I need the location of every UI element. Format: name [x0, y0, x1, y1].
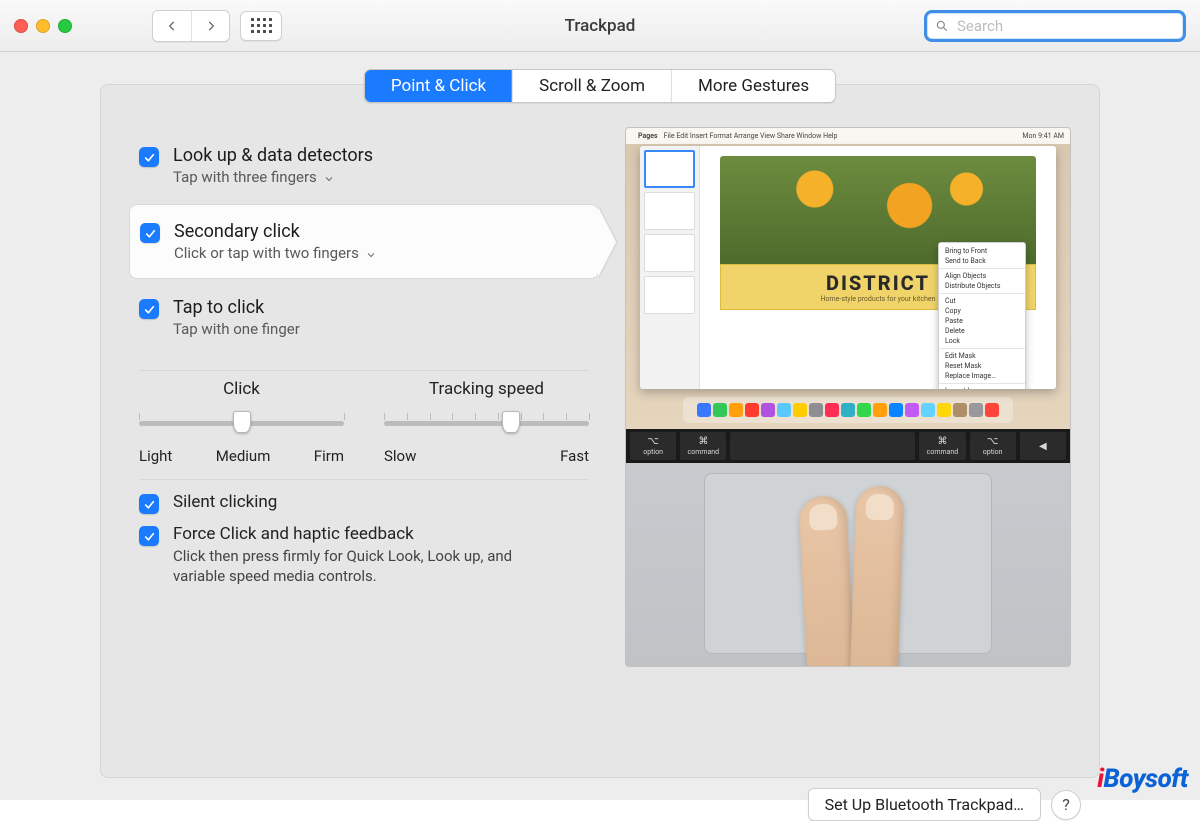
tab-more-gestures[interactable]: More Gestures — [671, 70, 835, 102]
content: Point & Click Scroll & Zoom More Gesture… — [0, 52, 1200, 800]
option-tap-to-click[interactable]: Tap to click Tap with one finger — [129, 279, 599, 356]
preview-banner-subtitle: Home-style products for your kitchen — [821, 295, 936, 303]
option-subtitle: Click or tap with two fingers — [174, 244, 359, 262]
tracking-slider-left-label: Slow — [384, 447, 416, 465]
tracking-slider-thumb[interactable] — [502, 411, 520, 433]
checkbox-force-click[interactable] — [139, 526, 159, 546]
tracking-slider-label: Tracking speed — [384, 379, 589, 399]
preview-page: DISTRICT Home-style products for your ki… — [700, 146, 1056, 389]
show-all-button[interactable] — [240, 11, 282, 41]
titlebar: Trackpad — [0, 0, 1200, 52]
tracking-slider[interactable] — [384, 407, 589, 441]
gesture-options: Look up & data detectors Tap with three … — [129, 127, 599, 356]
option-title: Look up & data detectors — [173, 145, 373, 166]
option-title: Force Click and haptic feedback — [173, 524, 513, 544]
tab-scroll-and-zoom[interactable]: Scroll & Zoom — [512, 70, 671, 102]
option-subtitle: Tap with one finger — [173, 320, 300, 338]
chevron-down-icon[interactable] — [323, 171, 335, 183]
chevron-right-icon — [204, 19, 218, 33]
traffic-lights — [14, 19, 72, 33]
tab-segmented-control: Point & Click Scroll & Zoom More Gesture… — [364, 69, 836, 103]
preview-trackpad-area — [626, 463, 1070, 666]
check-icon — [143, 303, 156, 316]
preview-clock: Mon 9:41 AM — [1022, 132, 1064, 140]
preview-screen: Pages File Edit Insert Format Arrange Vi… — [626, 128, 1070, 429]
back-button[interactable] — [153, 11, 191, 41]
preferences-window: Trackpad Point & Click Scroll & Zoom Mor… — [0, 0, 1200, 800]
click-slider-left-label: Light — [139, 447, 172, 465]
search-field[interactable] — [924, 10, 1186, 42]
minimize-window-button[interactable] — [36, 19, 50, 33]
tracking-slider-block: Tracking speed Slow Fast — [384, 379, 589, 465]
gesture-preview: Pages File Edit Insert Format Arrange Vi… — [625, 127, 1071, 667]
checkbox-look-up[interactable] — [139, 147, 159, 167]
forward-button[interactable] — [191, 11, 229, 41]
help-button[interactable]: ? — [1051, 790, 1081, 820]
preview-banner-title: DISTRICT — [826, 271, 930, 295]
search-icon — [935, 19, 949, 33]
option-force-click[interactable]: Force Click and haptic feedback Click th… — [139, 524, 589, 587]
preview-document-window: DISTRICT Home-style products for your ki… — [640, 146, 1056, 389]
option-title: Secondary click — [174, 221, 377, 242]
check-icon — [143, 530, 156, 543]
check-icon — [143, 151, 156, 164]
preview-fingers — [785, 516, 925, 666]
window-title: Trackpad — [565, 16, 636, 36]
nav-buttons — [152, 10, 230, 42]
preview-dock — [683, 397, 1013, 423]
click-slider-block: Click Light Medium Firm — [139, 379, 344, 465]
option-title: Silent clicking — [173, 492, 277, 512]
checkbox-secondary-click[interactable] — [140, 223, 160, 243]
preview-menubar: Pages File Edit Insert Format Arrange Vi… — [626, 128, 1070, 144]
bottom-options: Silent clicking Force Click and haptic f… — [129, 488, 599, 587]
click-slider[interactable] — [139, 407, 344, 441]
click-slider-thumb[interactable] — [233, 411, 251, 433]
option-description: Click then press firmly for Quick Look, … — [173, 546, 513, 587]
checkbox-tap-to-click[interactable] — [139, 299, 159, 319]
check-icon — [144, 227, 157, 240]
checkbox-silent-clicking[interactable] — [139, 494, 159, 514]
preview-context-menu: Bring to FrontSend to BackAlign ObjectsD… — [938, 242, 1026, 389]
option-silent-clicking[interactable]: Silent clicking — [139, 492, 589, 514]
zoom-window-button[interactable] — [58, 19, 72, 33]
panel-footer: Set Up Bluetooth Trackpad… ? — [808, 788, 1081, 821]
divider — [139, 479, 589, 480]
chevron-down-icon[interactable] — [365, 247, 377, 259]
option-title: Tap to click — [173, 297, 300, 318]
preview-keyboard-row: ⌥option⌘command⌘command⌥option◀ — [626, 429, 1070, 463]
watermark: iBoysoft — [1097, 764, 1188, 794]
tab-point-and-click[interactable]: Point & Click — [365, 70, 512, 102]
divider — [139, 370, 589, 371]
chevron-left-icon — [165, 19, 179, 33]
sliders-row: Click Light Medium Firm — [129, 379, 599, 465]
setup-bluetooth-trackpad-button[interactable]: Set Up Bluetooth Trackpad… — [808, 788, 1041, 821]
preview-app-name: Pages — [638, 132, 658, 140]
option-secondary-click[interactable]: Secondary click Click or tap with two fi… — [129, 204, 599, 279]
option-subtitle: Tap with three fingers — [173, 168, 317, 186]
settings-column: Look up & data detectors Tap with three … — [129, 127, 599, 667]
search-input[interactable] — [955, 16, 1175, 36]
click-slider-mid-label: Medium — [216, 447, 271, 465]
click-slider-label: Click — [139, 379, 344, 399]
tracking-slider-right-label: Fast — [560, 447, 589, 465]
option-look-up[interactable]: Look up & data detectors Tap with three … — [129, 127, 599, 204]
grid-icon — [251, 18, 272, 33]
click-slider-right-label: Firm — [314, 447, 344, 465]
trackpad-panel: Point & Click Scroll & Zoom More Gesture… — [100, 84, 1100, 778]
preview-column: Pages File Edit Insert Format Arrange Vi… — [625, 127, 1071, 667]
close-window-button[interactable] — [14, 19, 28, 33]
check-icon — [143, 498, 156, 511]
preview-thumbnails — [640, 146, 700, 389]
